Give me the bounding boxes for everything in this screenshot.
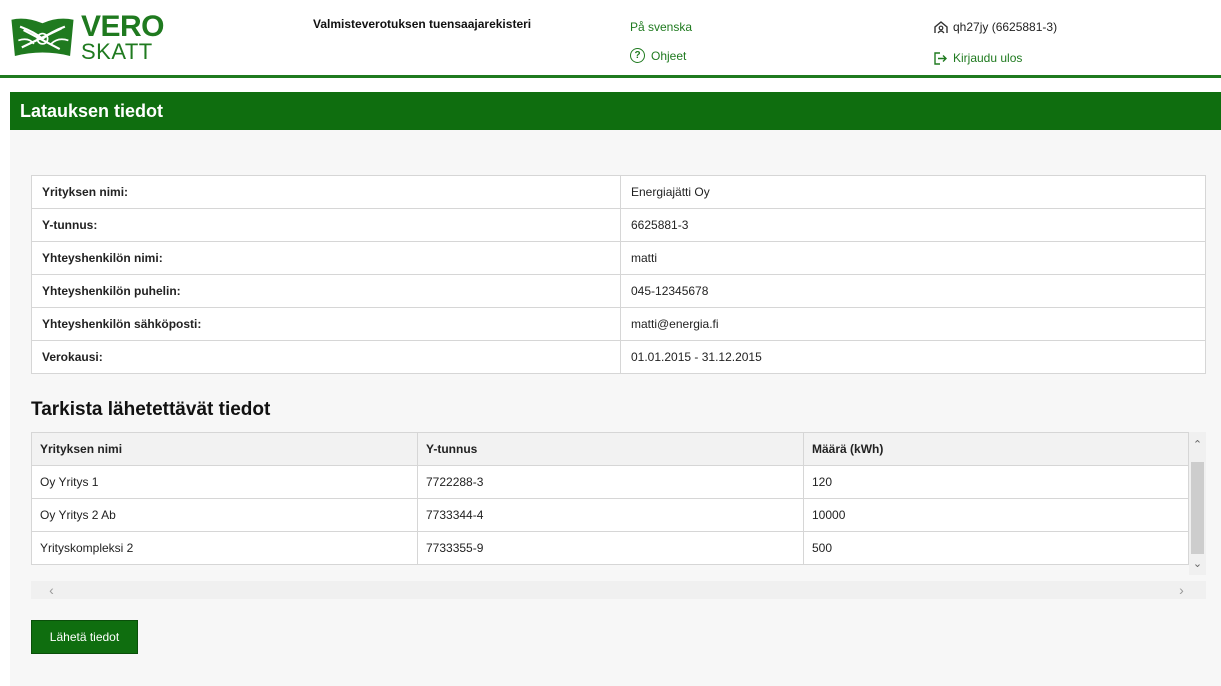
help-link[interactable]: ? Ohjeet — [630, 48, 686, 63]
logo-emblem-icon — [11, 18, 74, 56]
info-row: Yrityksen nimi: Energiajätti Oy — [31, 175, 1206, 209]
cell-business-id: 7733355-9 — [417, 531, 804, 565]
page-title-banner: Latauksen tiedot — [10, 92, 1221, 130]
send-data-button[interactable]: Lähetä tiedot — [31, 620, 138, 654]
scroll-right-icon[interactable]: › — [1173, 581, 1190, 599]
info-table: Yrityksen nimi: Energiajätti Oy Y-tunnus: 6… — [31, 175, 1206, 374]
language-switch-link[interactable]: På svenska — [630, 20, 692, 34]
info-value: Energiajätti Oy — [620, 175, 1206, 209]
horizontal-scrollbar[interactable]: ‹ › — [31, 581, 1206, 599]
cell-business-id: 7733344-4 — [417, 498, 804, 532]
scroll-up-icon[interactable]: ⌃ — [1189, 437, 1206, 454]
logout-icon — [934, 51, 947, 65]
scroll-down-icon[interactable]: ⌄ — [1189, 556, 1206, 573]
cell-company: Oy Yritys 2 Ab — [31, 498, 418, 532]
info-row: Yhteyshenkilön sähköposti: matti@energia.… — [31, 307, 1206, 341]
header: VERO SKATT Valmisteverotuksen tuensaajar… — [0, 0, 1221, 78]
app-title: Valmisteverotuksen tuensaajarekisteri — [313, 17, 532, 31]
info-label: Yrityksen nimi: — [31, 175, 621, 209]
user-info: qh27jy (6625881-3) — [934, 20, 1057, 34]
column-header-company[interactable]: Yrityksen nimi — [31, 432, 418, 466]
info-label: Verokausi: — [31, 340, 621, 374]
info-value: 6625881-3 — [620, 208, 1206, 242]
cell-company: Yrityskompleksi 2 — [31, 531, 418, 565]
logout-link[interactable]: Kirjaudu ulos — [934, 51, 1022, 65]
data-grid: Yrityksen nimi Y-tunnus Määrä (kWh) Oy Y… — [31, 432, 1206, 599]
cell-amount: 10000 — [803, 498, 1189, 532]
vertical-scrollbar[interactable]: ⌃ ⌄ — [1189, 432, 1206, 575]
user-label: qh27jy (6625881-3) — [953, 20, 1058, 34]
section-title: Tarkista lähetettävät tiedot — [31, 399, 271, 420]
help-link-label: Ohjeet — [651, 48, 687, 63]
column-header-business-id[interactable]: Y-tunnus — [417, 432, 804, 466]
content-panel: Yrityksen nimi: Energiajätti Oy Y-tunnus: 6… — [10, 130, 1221, 686]
info-row: Verokausi: 01.01.2015 - 31.12.2015 — [31, 340, 1206, 374]
info-value: matti — [620, 241, 1206, 275]
user-icon — [934, 20, 948, 33]
scroll-left-icon[interactable]: ‹ — [43, 581, 60, 599]
info-row: Yhteyshenkilön puhelin: 045-12345678 — [31, 274, 1206, 308]
column-header-amount[interactable]: Määrä (kWh) — [803, 432, 1189, 466]
cell-amount: 500 — [803, 531, 1189, 565]
info-value: matti@energia.fi — [620, 307, 1206, 341]
info-row: Yhteyshenkilön nimi: matti — [31, 241, 1206, 275]
info-row: Y-tunnus: 6625881-3 — [31, 208, 1206, 242]
info-label: Yhteyshenkilön sähköposti: — [31, 307, 621, 341]
table-row[interactable]: Oy Yritys 1 7722288-3 120 — [31, 465, 1189, 499]
data-table: Yrityksen nimi Y-tunnus Määrä (kWh) Oy Y… — [31, 432, 1189, 565]
table-row[interactable]: Oy Yritys 2 Ab 7733344-4 10000 — [31, 498, 1189, 532]
scrollbar-thumb[interactable] — [1191, 462, 1204, 554]
page: VERO SKATT Valmisteverotuksen tuensaajar… — [0, 0, 1221, 686]
table-header-row: Yrityksen nimi Y-tunnus Määrä (kWh) — [31, 432, 1189, 466]
page-title: Latauksen tiedot — [20, 101, 164, 121]
cell-amount: 120 — [803, 465, 1189, 499]
cell-company: Oy Yritys 1 — [31, 465, 418, 499]
logo-vero-text: VERO — [80, 9, 165, 43]
cell-business-id: 7722288-3 — [417, 465, 804, 499]
table-row[interactable]: Yrityskompleksi 2 7733355-9 500 — [31, 531, 1189, 565]
info-label: Yhteyshenkilön nimi: — [31, 241, 621, 275]
info-value: 01.01.2015 - 31.12.2015 — [620, 340, 1206, 374]
logout-label: Kirjaudu ulos — [953, 51, 1023, 65]
help-circle-icon: ? — [630, 48, 645, 63]
info-value: 045-12345678 — [620, 274, 1206, 308]
info-label: Yhteyshenkilön puhelin: — [31, 274, 621, 308]
info-label: Y-tunnus: — [31, 208, 621, 242]
logo-skatt-text: SKATT — [80, 38, 153, 64]
vero-logo[interactable]: VERO SKATT — [8, 9, 165, 64]
